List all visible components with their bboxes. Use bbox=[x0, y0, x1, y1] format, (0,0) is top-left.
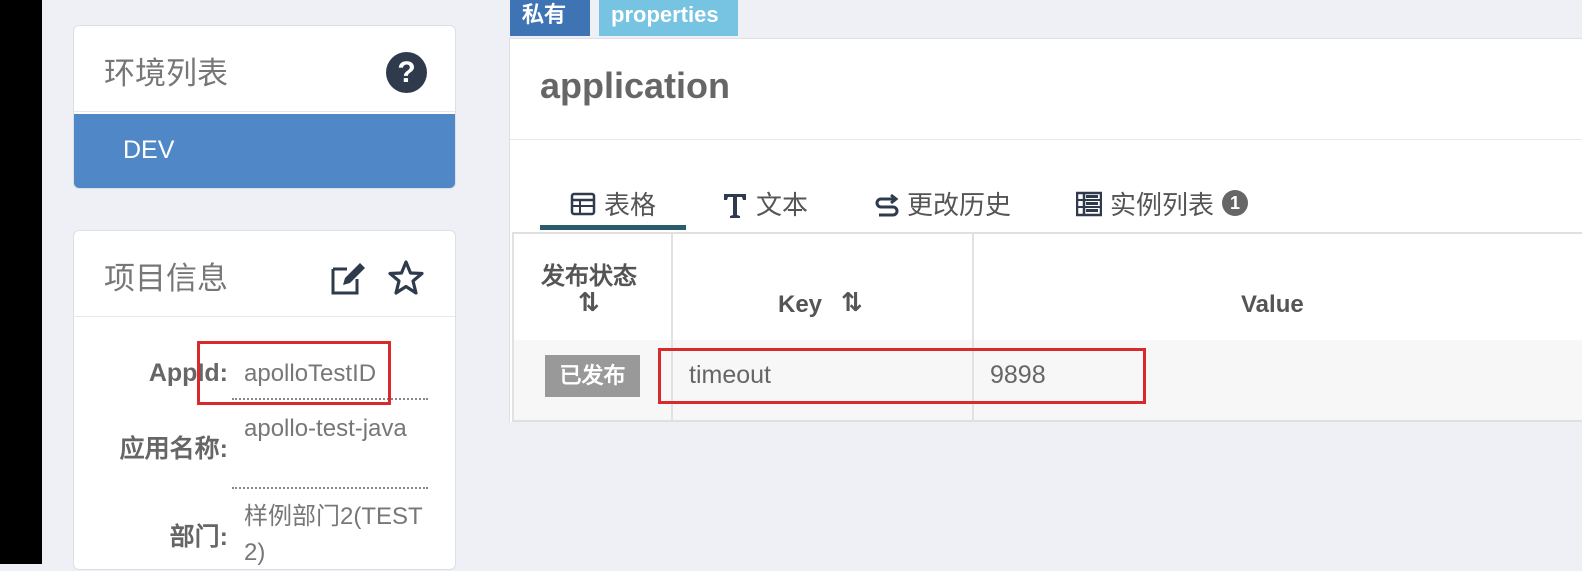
value-column-header: Value bbox=[1241, 291, 1304, 318]
active-tab-indicator bbox=[540, 225, 686, 230]
status-column-header[interactable]: 发布状态 bbox=[541, 256, 637, 291]
tab-text-label: 文本 bbox=[756, 190, 809, 220]
col-border bbox=[972, 234, 974, 341]
table-header-row: 发布状态 ⇅ Key ⇅ Value bbox=[512, 232, 1582, 344]
key-value-highlight-box bbox=[658, 348, 1146, 404]
department-label: 部门: bbox=[169, 523, 228, 551]
env-item-label: DEV bbox=[123, 136, 175, 164]
status-sort-icon[interactable]: ⇅ bbox=[578, 287, 600, 318]
namespace-title: application bbox=[540, 65, 731, 106]
help-icon[interactable]: ? bbox=[386, 52, 427, 93]
tab-table-label: 表格 bbox=[604, 190, 657, 220]
tab-history-label: 更改历史 bbox=[907, 190, 1012, 220]
instances-count-badge: 1 bbox=[1222, 190, 1248, 216]
project-info-title: 项目信息 bbox=[104, 261, 228, 296]
left-dark-strip bbox=[0, 0, 42, 564]
environment-list-header: 环境列表 ? bbox=[74, 26, 455, 112]
environment-list-title: 环境列表 bbox=[104, 56, 228, 91]
edit-icon[interactable] bbox=[329, 259, 367, 297]
text-icon bbox=[724, 194, 746, 218]
tab-instances-label: 实例列表 bbox=[1110, 190, 1215, 220]
env-item-dev[interactable]: DEV bbox=[74, 114, 455, 188]
format-tag: properties bbox=[599, 0, 738, 36]
status-badge: 已发布 bbox=[545, 355, 640, 397]
appid-highlight-box bbox=[197, 341, 391, 405]
department-value: 样例部门2(TEST2) bbox=[244, 503, 423, 566]
app-name-value: apollo-test-java bbox=[244, 415, 407, 442]
col-border bbox=[512, 340, 514, 420]
col-border bbox=[671, 234, 673, 341]
app-name-label: 应用名称: bbox=[119, 435, 228, 463]
project-info-header: 项目信息 bbox=[74, 231, 455, 317]
history-icon bbox=[875, 193, 899, 217]
environment-list-panel: 环境列表 ? DEV bbox=[73, 25, 456, 189]
private-tag: 私有 bbox=[510, 0, 590, 36]
col-border bbox=[512, 234, 514, 341]
title-divider bbox=[510, 139, 1582, 140]
app-name-divider bbox=[232, 487, 428, 489]
table-icon bbox=[570, 192, 596, 216]
star-icon[interactable] bbox=[387, 259, 425, 297]
instances-icon bbox=[1076, 191, 1102, 217]
key-sort-icon[interactable]: ⇅ bbox=[841, 287, 863, 318]
key-column-header[interactable]: Key bbox=[778, 291, 822, 319]
